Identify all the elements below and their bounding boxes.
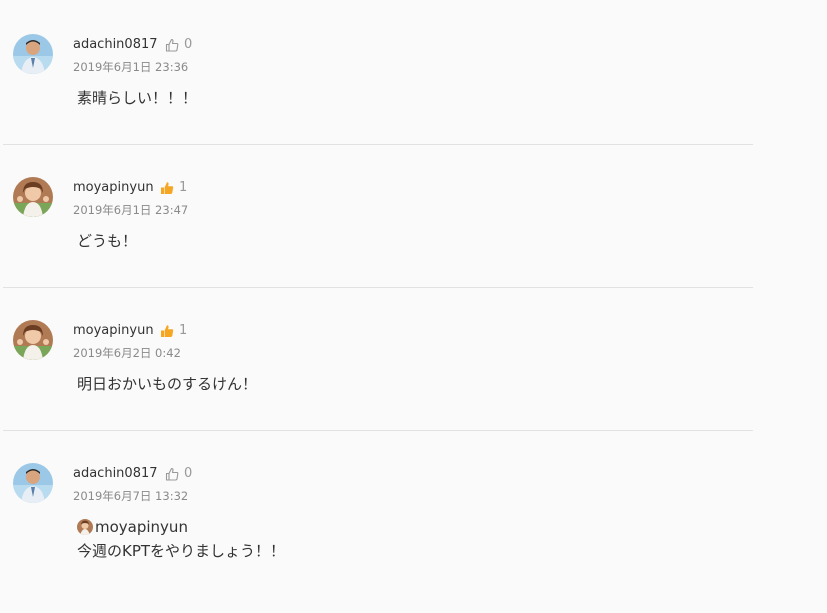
mention-link[interactable]: moyapinyun <box>77 517 188 537</box>
comment-text: 明日おかいものするけん！ <box>77 375 258 393</box>
divider <box>3 430 753 431</box>
thumbs-up-outline-icon <box>165 467 179 481</box>
mention-username: moyapinyun <box>95 518 188 536</box>
like-button[interactable]: 0 <box>165 466 192 482</box>
like-count: 1 <box>179 323 188 338</box>
comment-thread: adachin0817 0 2019年6月1日 23:36 素晴らしい！！！ m… <box>0 0 827 613</box>
comment-username[interactable]: moyapinyun <box>73 323 154 339</box>
divider <box>3 144 753 145</box>
comment-text: どうも！ <box>77 232 138 250</box>
user-avatar[interactable] <box>13 34 53 74</box>
like-count: 0 <box>184 37 193 52</box>
comment-username[interactable]: adachin0817 <box>73 37 158 53</box>
like-button[interactable]: 1 <box>160 180 187 196</box>
user-avatar[interactable] <box>13 320 53 360</box>
comment-text: 素晴らしい！！！ <box>77 89 198 107</box>
thumbs-up-filled-icon <box>160 324 174 338</box>
user-avatar[interactable] <box>13 177 53 217</box>
comment-username[interactable]: moyapinyun <box>73 180 154 196</box>
like-button[interactable]: 1 <box>160 323 187 339</box>
mention-avatar <box>77 519 93 535</box>
divider <box>3 287 753 288</box>
like-count: 0 <box>184 466 193 481</box>
comment-username[interactable]: adachin0817 <box>73 466 158 482</box>
thumbs-up-filled-icon <box>160 181 174 195</box>
comment-timestamp: 2019年6月1日 23:47 <box>73 203 189 217</box>
like-button[interactable]: 0 <box>165 37 192 53</box>
user-avatar[interactable] <box>13 463 53 503</box>
thumbs-up-outline-icon <box>165 38 179 52</box>
comment-text: 今週のKPTをやりましょう！！ <box>77 542 286 560</box>
like-count: 1 <box>179 180 188 195</box>
comment-timestamp: 2019年6月1日 23:36 <box>73 60 189 74</box>
comment-timestamp: 2019年6月7日 13:32 <box>73 489 189 503</box>
comment-timestamp: 2019年6月2日 0:42 <box>73 346 181 360</box>
